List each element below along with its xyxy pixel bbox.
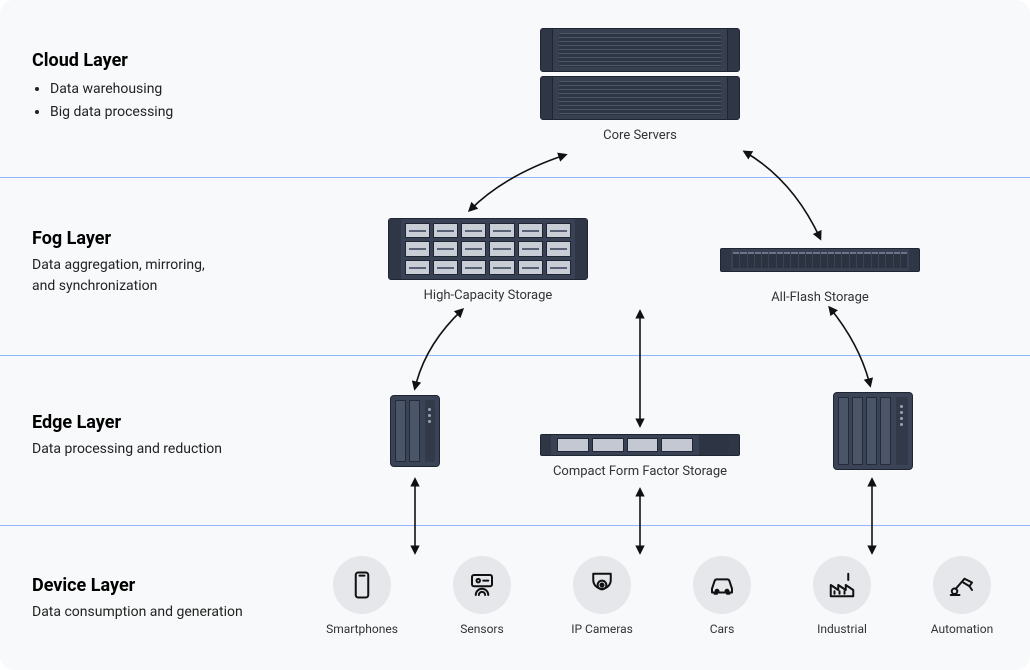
device-smartphones-label: Smartphones: [320, 622, 404, 636]
device-cars-label: Cars: [680, 622, 764, 636]
device-industrial-label: Industrial: [800, 622, 884, 636]
high-capacity-storage-node: High-Capacity Storage: [388, 218, 588, 303]
all-flash-storage-label: All-Flash Storage: [720, 290, 920, 305]
industrial-icon: [813, 556, 871, 614]
layer-divider-2: [0, 355, 1030, 356]
device-layer-title: Device Layer: [32, 575, 243, 596]
fog-layer-subtitle: Data aggregation, mirroring, and synchro…: [32, 255, 205, 297]
device-sensors: Sensors: [440, 556, 524, 636]
cloud-layer-label: Cloud Layer Data warehousing Big data pr…: [32, 50, 173, 125]
edge-nas-small-node: [390, 395, 440, 467]
cloud-layer-title: Cloud Layer: [32, 50, 173, 71]
fog-layer-label: Fog Layer Data aggregation, mirroring, a…: [32, 228, 205, 297]
high-capacity-storage-label: High-Capacity Storage: [388, 288, 588, 303]
device-ipcameras: IP Cameras: [560, 556, 644, 636]
nas-big-icon: [833, 392, 913, 470]
compact-form-factor-label: Compact Form Factor Storage: [540, 464, 740, 479]
sensor-icon: [453, 556, 511, 614]
all-flash-storage-icon: [720, 248, 920, 272]
smartphone-icon: [333, 556, 391, 614]
camera-icon: [573, 556, 631, 614]
device-smartphones: Smartphones: [320, 556, 404, 636]
cloud-bullet-1: Data warehousing: [50, 79, 173, 100]
nas-small-icon: [390, 395, 440, 467]
core-servers-label: Core Servers: [540, 128, 740, 143]
device-sensors-label: Sensors: [440, 622, 524, 636]
high-capacity-storage-icon: [388, 218, 588, 280]
diagram-page: Cloud Layer Data warehousing Big data pr…: [0, 0, 1030, 670]
device-automation: Automation: [920, 556, 1004, 636]
compact-rack-icon: [540, 434, 740, 456]
device-layer-subtitle: Data consumption and generation: [32, 602, 243, 623]
core-servers-node: Core Servers: [540, 28, 740, 143]
edge-layer-title: Edge Layer: [32, 412, 222, 433]
edge-layer-subtitle: Data processing and reduction: [32, 439, 222, 460]
car-icon: [693, 556, 751, 614]
automation-icon: [933, 556, 991, 614]
core-server-icon: [540, 28, 740, 120]
cloud-bullet-2: Big data processing: [50, 102, 173, 123]
layer-divider-1: [0, 177, 1030, 178]
device-layer-label: Device Layer Data consumption and genera…: [32, 575, 243, 623]
fog-layer-title: Fog Layer: [32, 228, 205, 249]
compact-form-factor-node: Compact Form Factor Storage: [540, 434, 740, 479]
device-cars: Cars: [680, 556, 764, 636]
device-ipcameras-label: IP Cameras: [560, 622, 644, 636]
edge-layer-label: Edge Layer Data processing and reduction: [32, 412, 222, 460]
edge-nas-big-node: [833, 392, 913, 470]
device-industrial: Industrial: [800, 556, 884, 636]
device-icons-row: Smartphones Sensors IP Cameras Cars Indu…: [320, 556, 1004, 636]
layer-divider-3: [0, 525, 1030, 526]
device-automation-label: Automation: [920, 622, 1004, 636]
all-flash-storage-node: All-Flash Storage: [720, 248, 920, 305]
cloud-layer-bullets: Data warehousing Big data processing: [32, 79, 173, 123]
